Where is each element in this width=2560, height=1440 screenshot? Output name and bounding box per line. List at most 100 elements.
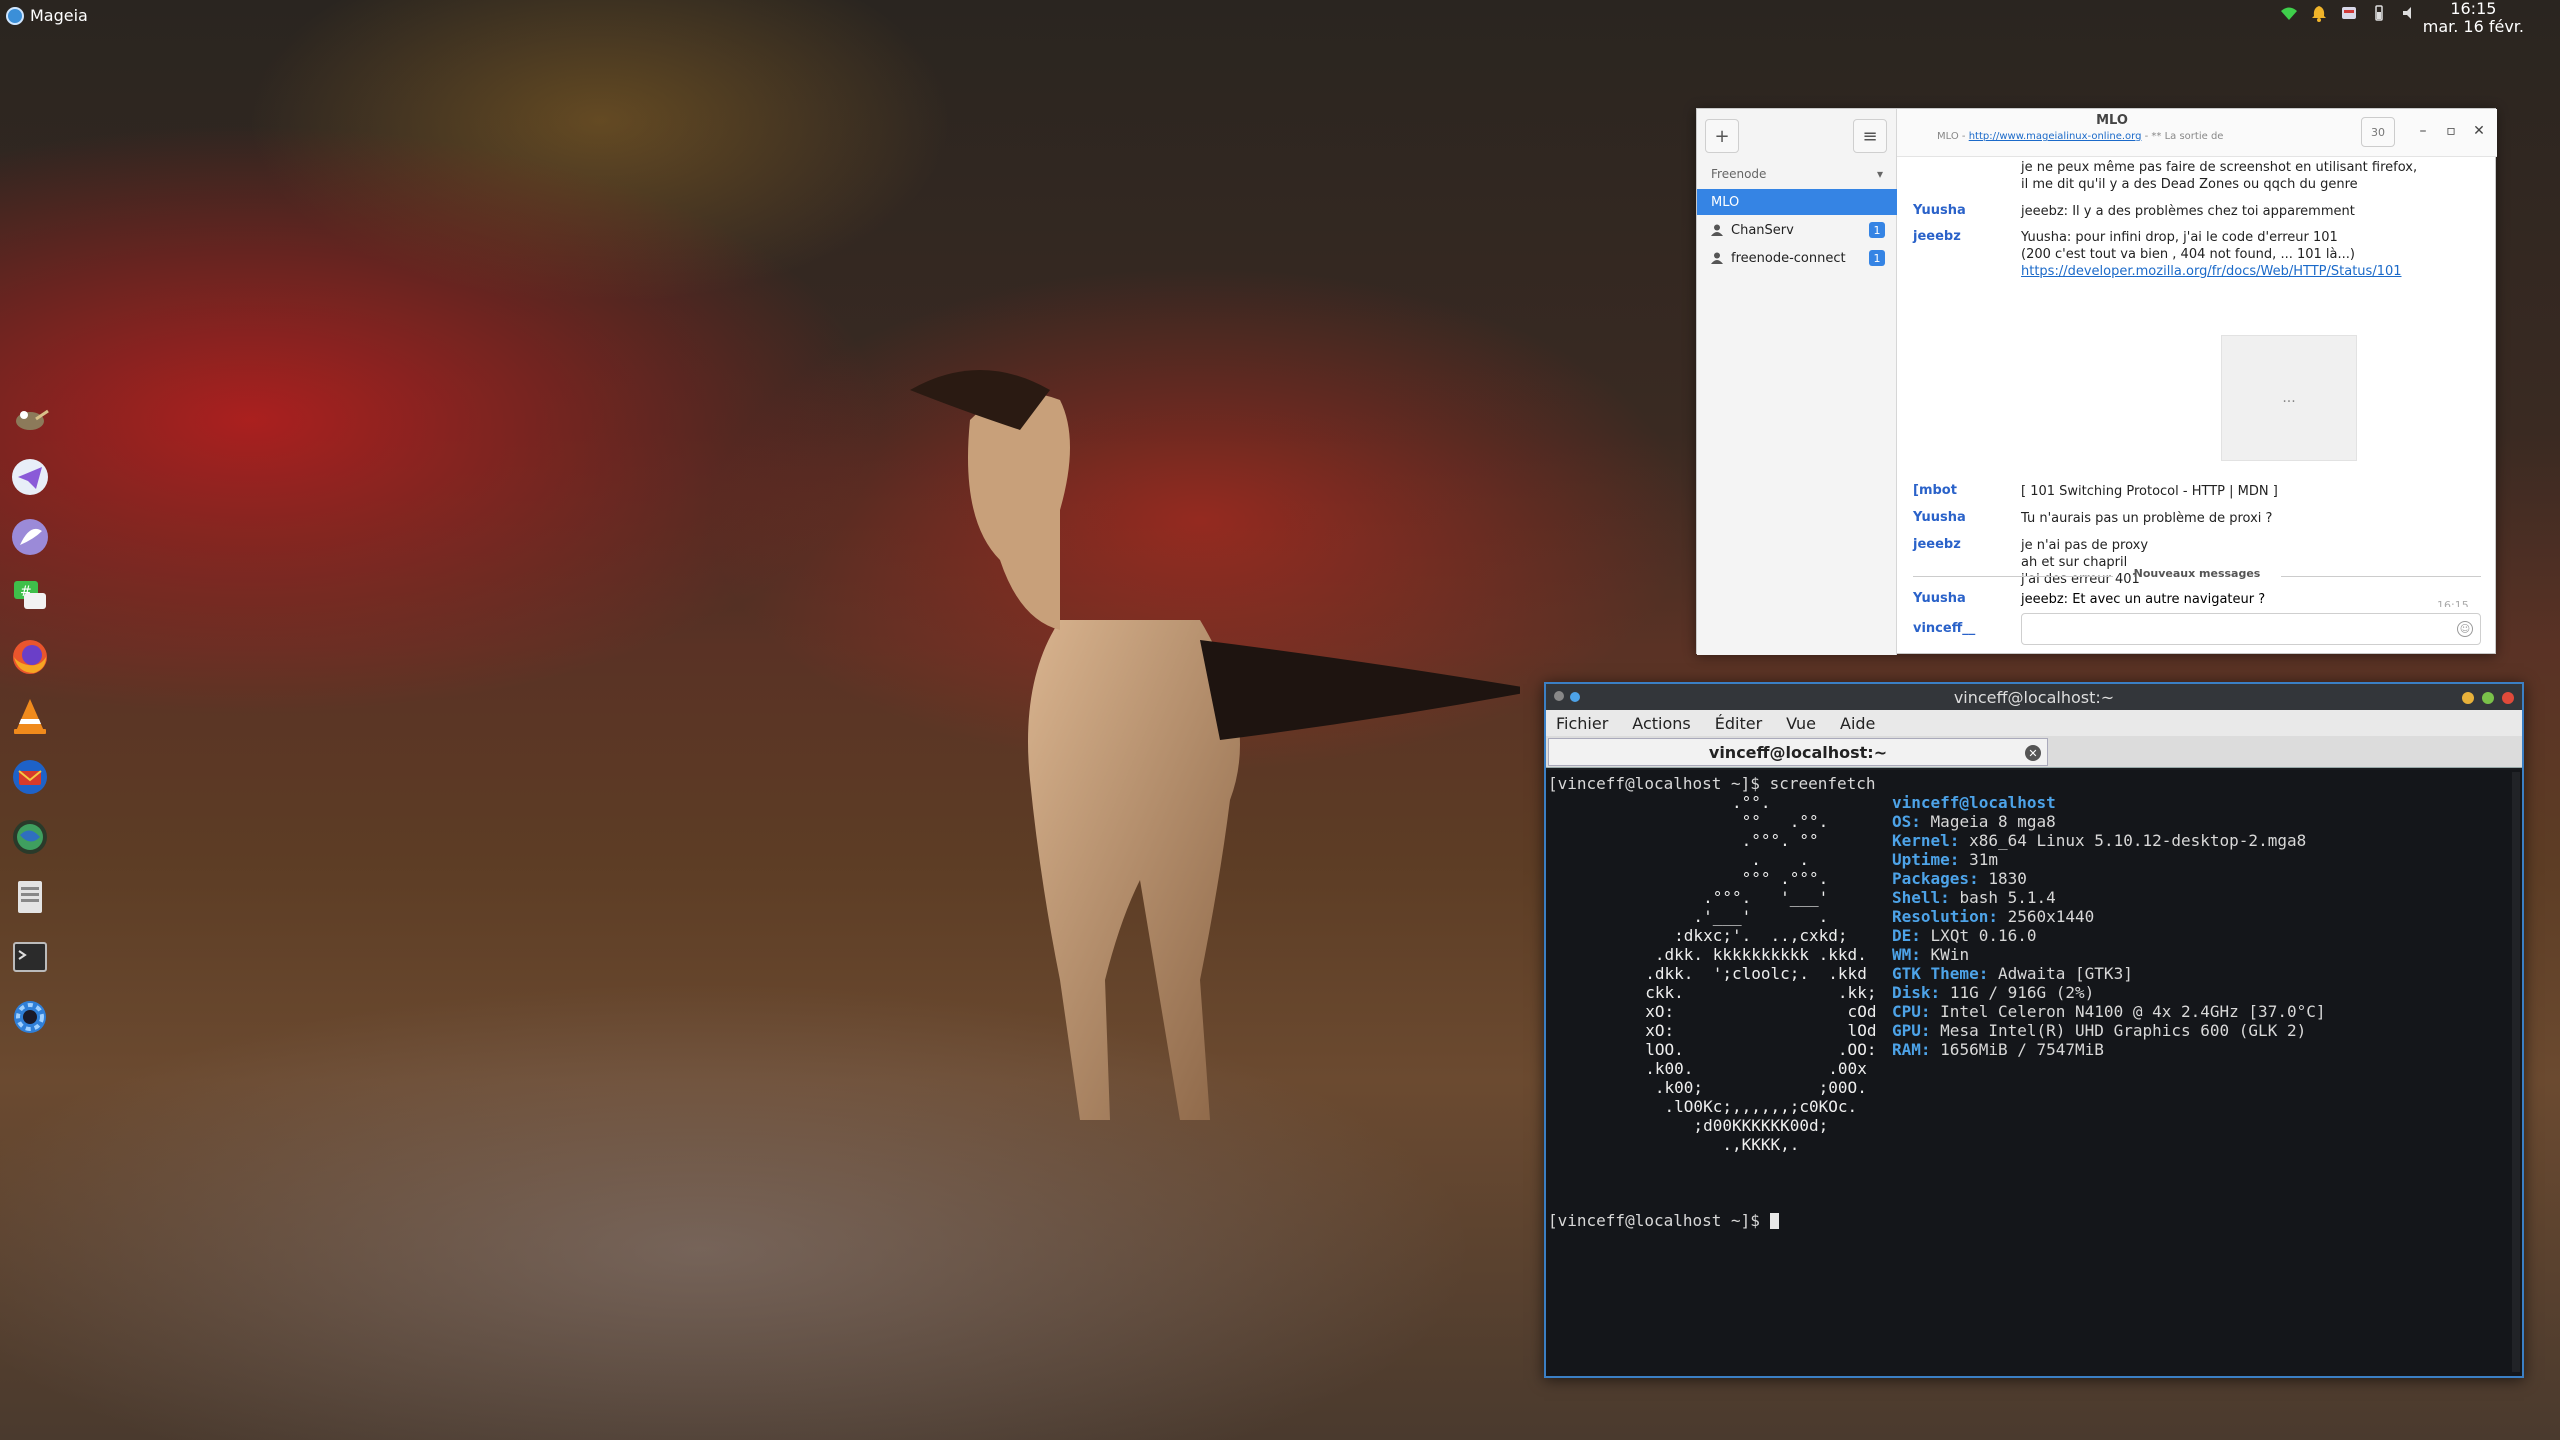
application-menu[interactable]: Mageia bbox=[6, 6, 88, 25]
vlc-icon[interactable] bbox=[8, 695, 52, 739]
menu-actions[interactable]: Actions bbox=[1632, 714, 1690, 733]
terminal-scrollbar[interactable] bbox=[2512, 772, 2520, 1372]
wifi-icon[interactable] bbox=[2280, 4, 2298, 22]
terminal-output[interactable]: [vinceff@localhost ~]$ screenfetch .°°. v… bbox=[1546, 770, 2522, 1376]
ascii-logo-line: °° .°°. bbox=[1626, 812, 1829, 831]
top-panel: Mageia 16:15 mar. 16 févr. bbox=[0, 0, 2560, 36]
channel-item-chanserv[interactable]: ChanServ 1 bbox=[1697, 217, 1897, 243]
prompt: [vinceff@localhost ~]$ bbox=[1548, 1211, 1760, 1230]
channel-item-mlo[interactable]: MLO bbox=[1697, 189, 1897, 215]
minimize-button[interactable]: – bbox=[2413, 123, 2433, 139]
ascii-logo-line: ;d00KKKKKK00d; bbox=[1626, 1116, 1829, 1135]
screenfetch-line: xO: cOd CPU: Intel Celeron N4100 @ 4x 2.4… bbox=[1548, 1002, 2508, 1021]
message-log: je ne peux même pas faire de screenshot … bbox=[1897, 157, 2497, 607]
hexchat-icon[interactable]: # bbox=[8, 575, 52, 619]
message-timestamp: 16:15 bbox=[2437, 599, 2469, 607]
channel-title: MLO bbox=[2096, 113, 2128, 128]
screenfetch-line: xO: lOd GPU: Mesa Intel(R) UHD Graphics 6… bbox=[1548, 1021, 2508, 1040]
channel-item-freenode-connect[interactable]: freenode-connect 1 bbox=[1697, 245, 1897, 271]
close-button[interactable]: ✕ bbox=[2469, 123, 2489, 139]
message-nick[interactable]: [mbot bbox=[1913, 483, 1957, 498]
pin-icon[interactable] bbox=[1570, 692, 1580, 702]
sysinfo-label: WM: bbox=[1892, 945, 1921, 964]
message-text: Yuusha: pour infini drop, j'ai le code d… bbox=[2021, 230, 2338, 245]
topic-suffix: - ** La sortie de bbox=[2144, 131, 2224, 142]
battery-icon[interactable] bbox=[2370, 4, 2388, 22]
menu-aide[interactable]: Aide bbox=[1840, 714, 1875, 733]
message-text: Tu n'aurais pas un problème de proxi ? bbox=[2021, 511, 2273, 526]
new-messages-label: Nouveaux messages bbox=[2133, 567, 2261, 580]
link-preview-placeholder[interactable]: ... bbox=[2221, 335, 2357, 461]
sysinfo-entry: vinceff@localhost bbox=[1892, 793, 2056, 812]
screenfetch-line: . . Uptime: 31m bbox=[1548, 850, 2508, 869]
thunderbird-icon[interactable] bbox=[8, 755, 52, 799]
ascii-logo-line: ckk. .kk; bbox=[1626, 983, 1877, 1002]
own-nick-button[interactable]: vinceff__ bbox=[1913, 621, 1975, 636]
close-button[interactable] bbox=[2502, 692, 2514, 704]
kde-connect-icon[interactable] bbox=[8, 515, 52, 559]
sysinfo-label: Disk: bbox=[1892, 983, 1941, 1002]
menu-fichier[interactable]: Fichier bbox=[1556, 714, 1608, 733]
message-text: jeeebz: Il y a des problèmes chez toi ap… bbox=[2021, 204, 2355, 219]
unread-badge: 1 bbox=[1869, 250, 1885, 266]
file-manager-icon[interactable] bbox=[8, 875, 52, 919]
system-tray bbox=[2280, 4, 2418, 22]
close-icon[interactable]: ✕ bbox=[2025, 745, 2041, 761]
sysinfo-entry: RAM: 1656MiB / 7547MiB bbox=[1892, 1040, 2104, 1059]
emoji-icon[interactable]: ☺ bbox=[2457, 621, 2473, 637]
message-input[interactable] bbox=[2021, 613, 2481, 645]
gimp-icon[interactable] bbox=[8, 395, 52, 439]
message-input-row: vinceff__ ☺ bbox=[1897, 607, 2497, 653]
add-channel-button[interactable]: + bbox=[1705, 119, 1739, 153]
topic-link[interactable]: http://www.mageialinux-online.org bbox=[1969, 131, 2142, 142]
menu-editer[interactable]: Éditer bbox=[1715, 714, 1762, 733]
settings-icon[interactable] bbox=[8, 995, 52, 1039]
message-nick[interactable]: Yuusha bbox=[1913, 203, 1966, 218]
menu-vue[interactable]: Vue bbox=[1786, 714, 1816, 733]
topic-prefix: MLO - bbox=[1937, 131, 1966, 142]
ascii-logo-line: °°° .°°°. bbox=[1626, 869, 1829, 888]
message-link[interactable]: https://developer.mozilla.org/fr/docs/We… bbox=[2021, 264, 2402, 279]
terminal-tab[interactable]: vinceff@localhost:~ ✕ bbox=[1548, 738, 2048, 766]
message-nick[interactable]: jeeebz bbox=[1913, 537, 1961, 552]
sysinfo-value: 1656MiB / 7547MiB bbox=[1940, 1040, 2104, 1059]
sysinfo-value: 1830 bbox=[1988, 869, 2027, 888]
ascii-logo-line: .°°°. °° bbox=[1626, 831, 1819, 850]
clock[interactable]: 16:15 mar. 16 févr. bbox=[2423, 0, 2524, 36]
web-browser-icon[interactable] bbox=[8, 815, 52, 859]
ascii-logo-line: xO: lOd bbox=[1626, 1021, 1877, 1040]
network-name: Freenode bbox=[1711, 167, 1767, 181]
screenfetch-line: .k00. .00x bbox=[1548, 1059, 2508, 1078]
network-selector[interactable]: Freenode ▾ bbox=[1705, 161, 1889, 187]
window-menu-icon[interactable] bbox=[1554, 691, 1564, 701]
maximize-button[interactable] bbox=[2482, 692, 2494, 704]
sysinfo-label: Shell: bbox=[1892, 888, 1950, 907]
sysinfo-value: x86_64 Linux 5.10.12-desktop-2.mga8 bbox=[1969, 831, 2307, 850]
notification-bell-icon[interactable] bbox=[2310, 4, 2328, 22]
sysinfo-entry: Resolution: 2560x1440 bbox=[1892, 907, 2094, 926]
sysinfo-entry: OS: Mageia 8 mga8 bbox=[1892, 812, 2056, 831]
telegram-icon[interactable] bbox=[8, 455, 52, 499]
mageia-logo-icon bbox=[6, 6, 24, 25]
firefox-icon[interactable] bbox=[8, 635, 52, 679]
sysinfo-label: Packages: bbox=[1892, 869, 1979, 888]
screenfetch-line: .,KKKK,. bbox=[1548, 1135, 2508, 1154]
hamburger-menu-button[interactable]: ≡ bbox=[1853, 119, 1887, 153]
maximize-button[interactable]: ▫ bbox=[2441, 123, 2461, 139]
sysinfo-entry: Disk: 11G / 916G (2%) bbox=[1892, 983, 2094, 1002]
message-text: je n'ai pas de proxy bbox=[2021, 538, 2149, 553]
screenfetch-line: °°° .°°°. Packages: 1830 bbox=[1548, 869, 2508, 888]
update-manager-icon[interactable] bbox=[2340, 4, 2358, 22]
volume-icon[interactable] bbox=[2400, 4, 2418, 22]
message-nick[interactable]: Yuusha bbox=[1913, 510, 1966, 525]
message-nick[interactable]: Yuusha bbox=[1913, 591, 1966, 606]
unread-badge: 1 bbox=[1869, 222, 1885, 238]
terminal-titlebar[interactable]: vinceff@localhost:~ bbox=[1546, 684, 2522, 710]
minimize-button[interactable] bbox=[2462, 692, 2474, 704]
message-text: je ne peux même pas faire de screenshot … bbox=[2021, 160, 2418, 175]
terminal-icon[interactable] bbox=[8, 935, 52, 979]
message-nick[interactable]: jeeebz bbox=[1913, 229, 1961, 244]
user-count-button[interactable]: 30 bbox=[2361, 117, 2395, 147]
command: screenfetch bbox=[1769, 774, 1876, 793]
irc-chat-window: + ≡ Freenode ▾ MLO ChanServ 1 freenode-c… bbox=[1696, 108, 2497, 655]
